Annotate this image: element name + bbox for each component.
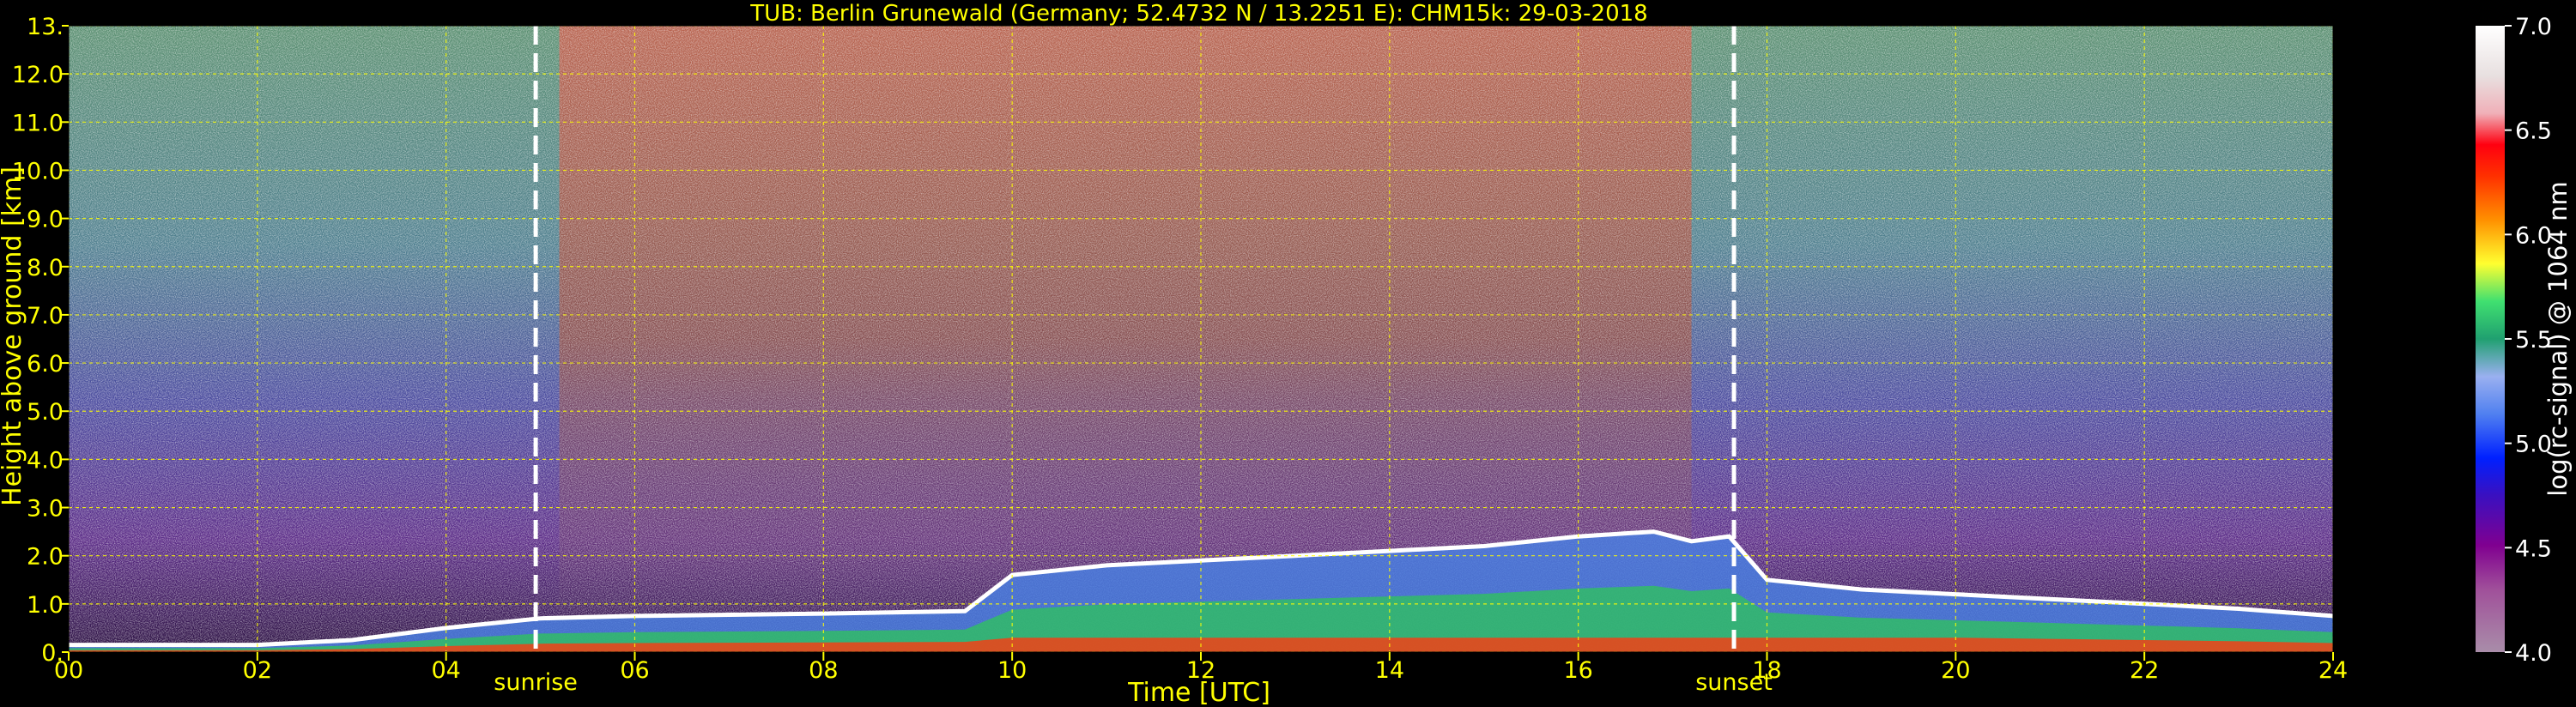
- y-tick-label: 12.0: [12, 62, 64, 88]
- y-tick-label: 6.0: [27, 351, 64, 378]
- sunset-label: sunset: [1695, 669, 1773, 696]
- colorbar-label: log(rc-signal) @ 1064 nm: [2543, 181, 2573, 496]
- y-tick-label: 8.0: [27, 255, 64, 281]
- x-tick-label: 06: [620, 657, 649, 684]
- x-tick-label: 24: [2318, 657, 2348, 684]
- y-tick-label: 5.0: [27, 399, 64, 426]
- y-tick-label: 7.0: [27, 303, 64, 329]
- y-tick-label: 3.0: [27, 496, 64, 523]
- y-tick-label: 4.0: [27, 447, 64, 474]
- x-tick-label: 20: [1941, 657, 1970, 684]
- y-tick-label: 0.: [41, 640, 64, 667]
- sunrise-label: sunrise: [494, 669, 578, 696]
- colorbar-tick-label: 6.5: [2515, 118, 2552, 145]
- plot-area: [69, 26, 2333, 652]
- x-axis-label: Time [UTC]: [1127, 678, 1270, 707]
- y-tick-label: 9.0: [27, 207, 64, 233]
- y-tick-label: 2.0: [27, 544, 64, 571]
- y-tick-label: 13.: [27, 14, 64, 40]
- y-tick-label: 1.0: [27, 592, 64, 619]
- x-tick-label: 04: [431, 657, 460, 684]
- colorbar-tick-label: 4.5: [2515, 535, 2552, 562]
- x-tick-label: 08: [809, 657, 838, 684]
- x-tick-label: 14: [1375, 657, 1404, 684]
- noise-texture: [69, 26, 2333, 652]
- chart-title: TUB: Berlin Grunewald (Germany; 52.4732 …: [749, 1, 1647, 27]
- lidar-figure: TUB: Berlin Grunewald (Germany; 52.4732 …: [0, 1, 2573, 707]
- y-tick-label: 11.0: [12, 110, 64, 136]
- x-tick-label: 16: [1563, 657, 1592, 684]
- x-tick-label: 10: [997, 657, 1027, 684]
- x-tick-label: 22: [2130, 657, 2159, 684]
- x-tick-label: 02: [243, 657, 272, 684]
- colorbar-tick-label: 4.0: [2515, 640, 2552, 667]
- y-axis-label: Height above ground [km]: [0, 166, 27, 506]
- colorbar-tick-label: 7.0: [2515, 14, 2552, 40]
- colorbar: [2476, 26, 2505, 652]
